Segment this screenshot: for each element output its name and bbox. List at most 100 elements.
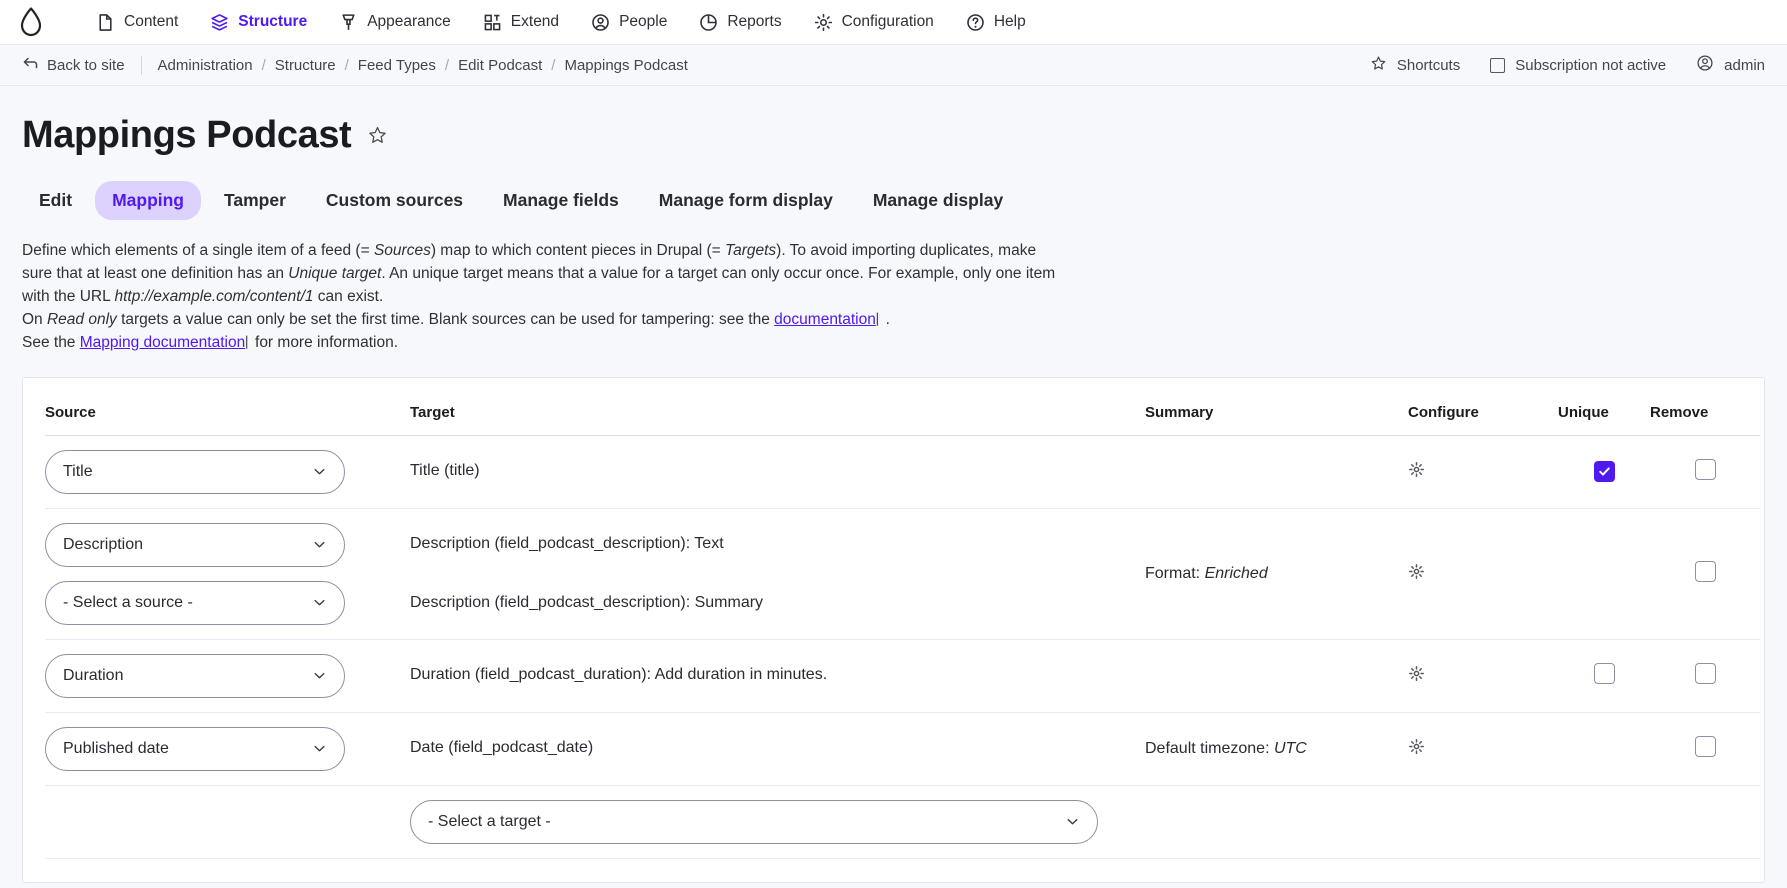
pie-chart-icon: [699, 13, 718, 32]
page-title: Mappings Podcast: [22, 114, 352, 156]
gear-icon[interactable]: [1408, 665, 1425, 682]
source-select[interactable]: - Select a source -: [45, 580, 345, 625]
cell-unique: [1558, 639, 1650, 713]
cell-summary: Default timezone: UTC: [1145, 712, 1408, 786]
toolbar-item-label: Configuration: [841, 13, 934, 30]
unique-checkbox[interactable]: [1593, 460, 1615, 482]
cell-summary-empty: [1145, 785, 1408, 859]
cell-target: Description (field_podcast_description):…: [410, 508, 1145, 640]
source-select[interactable]: Published date: [45, 726, 345, 771]
intro-text: for more information.: [250, 333, 399, 351]
toolbar-item-content[interactable]: Content: [80, 0, 194, 45]
toolbar-item-configuration[interactable]: Configuration: [798, 0, 950, 45]
subscription-status-button[interactable]: Subscription not active: [1490, 57, 1666, 74]
gear-icon[interactable]: [1408, 563, 1425, 580]
source-select[interactable]: Duration: [45, 653, 345, 698]
column-header-remove: Remove: [1650, 377, 1760, 436]
breadcrumb-item-structure[interactable]: Structure: [275, 57, 336, 74]
remove-checkbox[interactable]: [1694, 560, 1716, 582]
add-target-select-value: - Select a target -: [428, 812, 551, 830]
table-header-row: Source Target Summary Configure Unique R…: [45, 377, 1760, 436]
toolbar-item-reports[interactable]: Reports: [683, 0, 797, 45]
breadcrumb-item-mappings-podcast[interactable]: Mappings Podcast: [564, 57, 687, 74]
summary-text: Format: Enriched: [1145, 565, 1408, 583]
breadcrumb-item-administration[interactable]: Administration: [158, 57, 253, 74]
back-to-site-link[interactable]: Back to site: [22, 55, 141, 75]
intro-text: targets a value can only be set the firs…: [116, 310, 775, 328]
shortcuts-label: Shortcuts: [1396, 56, 1461, 74]
table-row: Description - Select a source - Descriptio…: [45, 508, 1760, 640]
gear-icon[interactable]: [1408, 738, 1425, 755]
star-outline-icon[interactable]: [367, 125, 388, 146]
toolbar-item-label: Extend: [510, 13, 560, 30]
tab-manage-fields[interactable]: Manage fields: [486, 181, 636, 220]
toolbar-item-label: Structure: [238, 13, 308, 30]
remove-checkbox[interactable]: [1694, 458, 1716, 480]
intro-em-read-only: Read only: [46, 310, 117, 328]
tab-manage-form-display[interactable]: Manage form display: [642, 181, 850, 220]
intro-text: .: [881, 310, 890, 328]
cell-target: Date (field_podcast_date): [410, 712, 1145, 786]
cell-configure: [1408, 639, 1558, 713]
column-header-source: Source: [45, 377, 410, 436]
cell-configure: [1408, 712, 1558, 786]
cell-source-empty: [45, 785, 410, 859]
breadcrumb: Administration / Structure / Feed Types / Edit…: [158, 57, 688, 74]
table-row: Duration Duration (field_podcast_duration…: [45, 639, 1760, 713]
tab-mapping[interactable]: Mapping: [95, 181, 201, 220]
breadcrumb-separator: /: [344, 56, 349, 74]
documentation-link[interactable]: documentation: [774, 311, 876, 328]
gear-icon[interactable]: [1408, 461, 1425, 478]
star-outline-icon: [1370, 55, 1387, 76]
user-label: admin: [1724, 56, 1765, 74]
source-select[interactable]: Description: [45, 522, 345, 567]
toolbar-item-people[interactable]: People: [575, 0, 683, 45]
breadcrumb-divider: [140, 55, 142, 75]
tab-edit[interactable]: Edit: [22, 181, 89, 220]
remove-checkbox[interactable]: [1694, 735, 1716, 757]
cell-unique: [1558, 435, 1650, 509]
tab-custom-sources[interactable]: Custom sources: [309, 181, 480, 220]
target-label: Description (field_podcast_description):…: [410, 534, 724, 552]
cell-remove: [1650, 639, 1760, 713]
breadcrumb-separator: /: [444, 56, 450, 74]
breadcrumb-item-edit-podcast[interactable]: Edit Podcast: [458, 57, 542, 74]
toolbar-item-label: Reports: [727, 13, 782, 30]
cell-configure: [1408, 508, 1558, 640]
mapping-panel: Source Target Summary Configure Unique R…: [22, 376, 1765, 883]
toolbar-item-appearance[interactable]: Appearance: [323, 0, 467, 45]
target-label: Title (title): [410, 462, 480, 480]
tab-tamper[interactable]: Tamper: [207, 181, 303, 220]
toolbar-item-structure[interactable]: Structure: [194, 0, 323, 45]
unique-checkbox[interactable]: [1593, 662, 1615, 684]
toolbar-item-help[interactable]: Help: [950, 0, 1042, 45]
cell-summary: [1145, 435, 1408, 509]
add-target-select[interactable]: - Select a target -: [410, 799, 1098, 844]
remove-checkbox[interactable]: [1694, 662, 1716, 684]
table-row: Published date Date (field_podcast_date) D…: [45, 712, 1760, 786]
toolbar-item-label: Help: [993, 13, 1026, 30]
drupal-droplet-logo[interactable]: [10, 0, 52, 45]
cell-source: Title: [45, 435, 410, 509]
toolbar-item-extend[interactable]: Extend: [467, 0, 575, 45]
mapping-documentation-link[interactable]: Mapping documentation: [80, 334, 245, 351]
cell-remove: [1650, 712, 1760, 786]
layers-icon: [210, 13, 229, 32]
intro-text: ) map to which content pieces in Drupal …: [430, 242, 726, 259]
cell-source: Duration: [45, 639, 410, 713]
source-select-value: Description: [63, 535, 144, 553]
back-to-site-label: Back to site: [47, 56, 125, 74]
subscription-box-icon: [1490, 57, 1506, 73]
cell-remove: [1650, 435, 1760, 509]
cell-remove-empty: [1650, 785, 1760, 859]
breadcrumb-item-feed-types[interactable]: Feed Types: [358, 57, 436, 74]
shortcuts-button[interactable]: Shortcuts: [1370, 55, 1460, 76]
breadcrumb-separator: /: [261, 56, 266, 74]
chevron-down-icon: [312, 464, 327, 479]
source-select[interactable]: Title: [45, 449, 345, 494]
user-account-button[interactable]: admin: [1696, 54, 1765, 76]
chevron-down-icon: [312, 668, 327, 683]
intro-paragraph-3: See the Mapping documentation⎢ for more …: [22, 332, 1057, 355]
tab-manage-display[interactable]: Manage display: [856, 181, 1020, 220]
column-header-configure: Configure: [1408, 377, 1558, 436]
